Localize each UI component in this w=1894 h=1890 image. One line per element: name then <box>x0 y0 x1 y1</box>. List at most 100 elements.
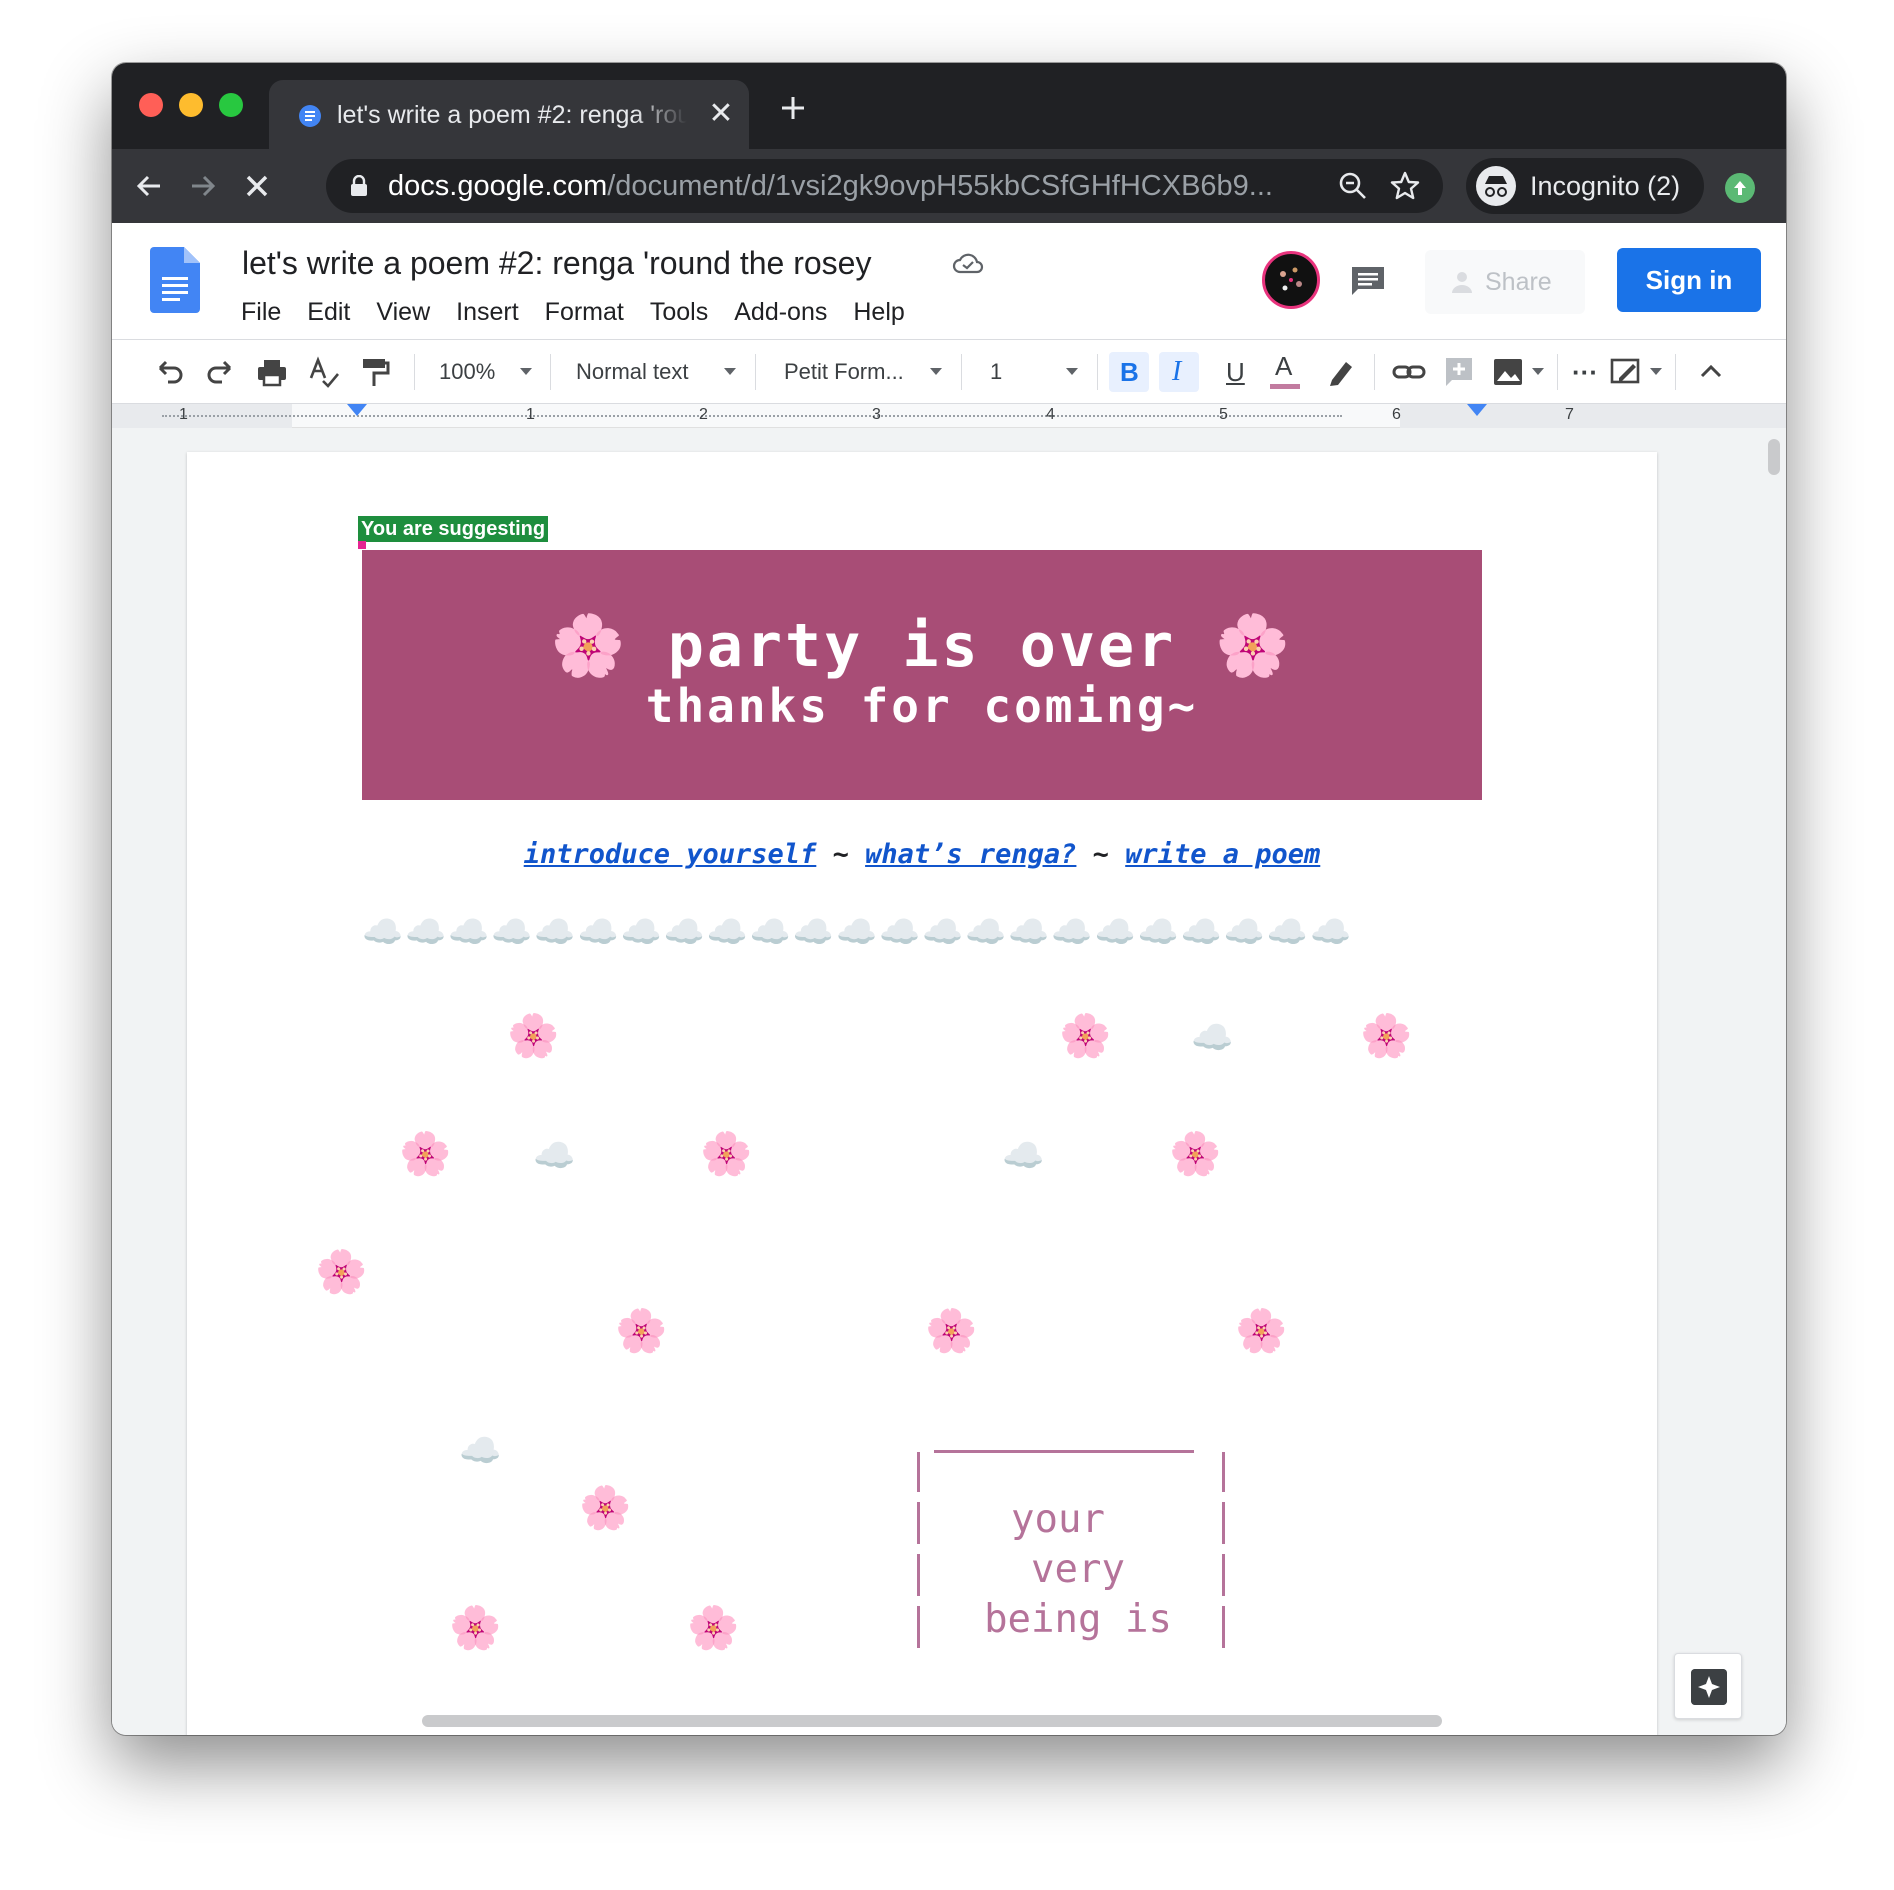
paint-format-icon[interactable] <box>358 354 392 390</box>
font-caret-icon[interactable] <box>930 368 942 375</box>
cloud-divider: ☁️☁️☁️☁️☁️☁️☁️☁️☁️☁️☁️☁️☁️☁️☁️☁️☁️☁️☁️☁️… <box>362 913 1354 950</box>
browser-window: let's write a poem #2: renga 'round the … <box>112 63 1786 1735</box>
bookmark-star-icon[interactable] <box>1389 170 1421 202</box>
editing-mode-caret-icon[interactable] <box>1650 368 1662 375</box>
url-text: docs.google.com/document/d/1vsi2gk9ovpH5… <box>388 169 1288 203</box>
docs-header: let's write a poem #2: renga 'round the … <box>112 223 1786 340</box>
menu-addons[interactable]: Add-ons <box>734 295 827 329</box>
collapse-chevron-icon[interactable] <box>1694 354 1728 390</box>
cherry-blossom-icon: 🌸 <box>687 1604 740 1651</box>
vertical-scrollbar[interactable] <box>1768 439 1780 475</box>
zoom-magnifier-icon[interactable] <box>1338 171 1368 201</box>
italic-button[interactable]: I <box>1172 354 1181 390</box>
menu-view[interactable]: View <box>376 295 430 329</box>
new-tab-icon[interactable] <box>776 91 810 125</box>
cherry-blossom-icon: 🌸 <box>925 1307 978 1354</box>
menu-edit[interactable]: Edit <box>307 295 350 329</box>
lock-icon <box>351 175 367 196</box>
toolbar-divider <box>1557 354 1558 390</box>
menu-format[interactable]: Format <box>545 295 624 329</box>
print-icon[interactable] <box>255 354 289 390</box>
link-separator: ~ <box>1076 839 1126 870</box>
zoom-window-button[interactable] <box>219 93 243 117</box>
header-banner: 🌸 party is over 🌸 thanks for coming~ <box>362 550 1482 800</box>
collaborator-avatar[interactable] <box>1262 251 1320 309</box>
left-indent-marker[interactable] <box>347 404 367 416</box>
explore-button[interactable] <box>1674 1653 1742 1719</box>
forward-arrow-icon[interactable] <box>186 169 220 203</box>
browser-tab[interactable]: let's write a poem #2: renga 'round the … <box>269 80 749 149</box>
zoom-caret-icon[interactable] <box>520 368 532 375</box>
poem-line: very <box>1031 1547 1125 1592</box>
ruler-number: 1 <box>179 406 188 423</box>
paragraph-style-select[interactable]: Normal text <box>576 354 688 390</box>
ruler-number: 3 <box>872 406 881 423</box>
stop-loading-icon[interactable] <box>240 169 274 203</box>
ruler-number: 5 <box>1219 406 1228 423</box>
ruler-number: 1 <box>526 406 535 423</box>
menu-tools[interactable]: Tools <box>650 295 708 329</box>
spellcheck-icon[interactable] <box>307 354 341 390</box>
document-title[interactable]: let's write a poem #2: renga 'round the … <box>242 243 871 283</box>
link-whats-renga[interactable]: what’s renga? <box>865 839 1076 870</box>
right-indent-marker[interactable] <box>1467 404 1487 416</box>
link-icon[interactable] <box>1392 354 1426 390</box>
document-page[interactable]: You are suggesting 🌸 party is over 🌸 tha… <box>187 452 1657 1735</box>
minimize-window-button[interactable] <box>179 93 203 117</box>
text-color-button[interactable]: A <box>1275 348 1292 384</box>
update-available-icon[interactable] <box>1725 173 1755 203</box>
toolbar-divider <box>1097 354 1098 390</box>
cherry-blossom-icon: 🌸 <box>700 1130 753 1177</box>
toolbar-divider <box>755 354 756 390</box>
document-nav-links: introduce yourself ~ what’s renga? ~ wri… <box>187 837 1657 873</box>
font-size-select[interactable]: 1 <box>990 354 1002 390</box>
cherry-blossom-icon: 🌸 <box>315 1248 368 1295</box>
horizontal-scrollbar[interactable] <box>422 1715 1442 1727</box>
url-path: /document/d/1vsi2gk9ovpH55kbCSfGHfHCXB6b… <box>607 170 1273 202</box>
person-icon <box>1452 272 1472 293</box>
zoom-select[interactable]: 100% <box>439 354 495 390</box>
cherry-blossom-icon: 🌸 <box>507 1012 560 1059</box>
font-size-caret-icon[interactable] <box>1066 368 1078 375</box>
banner-subtitle: thanks for coming~ <box>645 679 1199 733</box>
toolbar-divider <box>1374 354 1375 390</box>
incognito-profile-button[interactable]: Incognito (2) <box>1466 158 1704 214</box>
undo-icon[interactable] <box>152 354 186 390</box>
poem-box-border <box>917 1554 920 1596</box>
back-arrow-icon[interactable] <box>132 169 166 203</box>
menu-insert[interactable]: Insert <box>456 295 519 329</box>
comments-icon[interactable] <box>1349 264 1387 298</box>
insert-image-icon[interactable] <box>1491 354 1525 390</box>
redo-icon[interactable] <box>204 354 238 390</box>
bold-button[interactable]: B <box>1120 354 1139 390</box>
more-options-icon[interactable]: ··· <box>1572 354 1598 390</box>
style-caret-icon[interactable] <box>724 368 736 375</box>
tab-close-icon[interactable]: ✕ <box>705 98 737 130</box>
banner-title: 🌸 party is over 🌸 <box>550 611 1294 681</box>
menu-file[interactable]: File <box>241 295 281 329</box>
add-comment-icon[interactable] <box>1442 354 1476 390</box>
font-select[interactable]: Petit Form... <box>784 354 904 390</box>
link-introduce-yourself[interactable]: introduce yourself <box>524 839 817 870</box>
ruler-track <box>162 415 1342 417</box>
cloud-saved-icon[interactable] <box>952 251 984 275</box>
link-write-a-poem[interactable]: write a poem <box>1125 839 1320 870</box>
menu-help[interactable]: Help <box>853 295 904 329</box>
sign-in-button[interactable]: Sign in <box>1617 248 1761 312</box>
incognito-label: Incognito (2) <box>1530 171 1681 201</box>
ruler-number: 2 <box>699 406 708 423</box>
share-label: Share <box>1485 268 1552 296</box>
underline-button[interactable]: U <box>1226 354 1245 390</box>
google-docs-logo-icon[interactable] <box>150 247 200 313</box>
docs-menubar: File Edit View Insert Format Tools Add-o… <box>241 295 931 329</box>
share-button[interactable]: Share <box>1425 250 1585 314</box>
cherry-blossom-icon: 🌸 <box>399 1130 452 1177</box>
cherry-blossom-icon: 🌸 <box>449 1604 502 1651</box>
address-bar[interactable]: docs.google.com/document/d/1vsi2gk9ovpH5… <box>326 159 1443 213</box>
close-window-button[interactable] <box>139 93 163 117</box>
toolbar-divider <box>550 354 551 390</box>
ruler[interactable]: 1 1 2 3 4 5 6 7 <box>112 404 1786 428</box>
editing-mode-icon[interactable] <box>1609 354 1645 390</box>
image-caret-icon[interactable] <box>1532 368 1544 375</box>
highlight-pen-icon[interactable] <box>1324 354 1358 390</box>
